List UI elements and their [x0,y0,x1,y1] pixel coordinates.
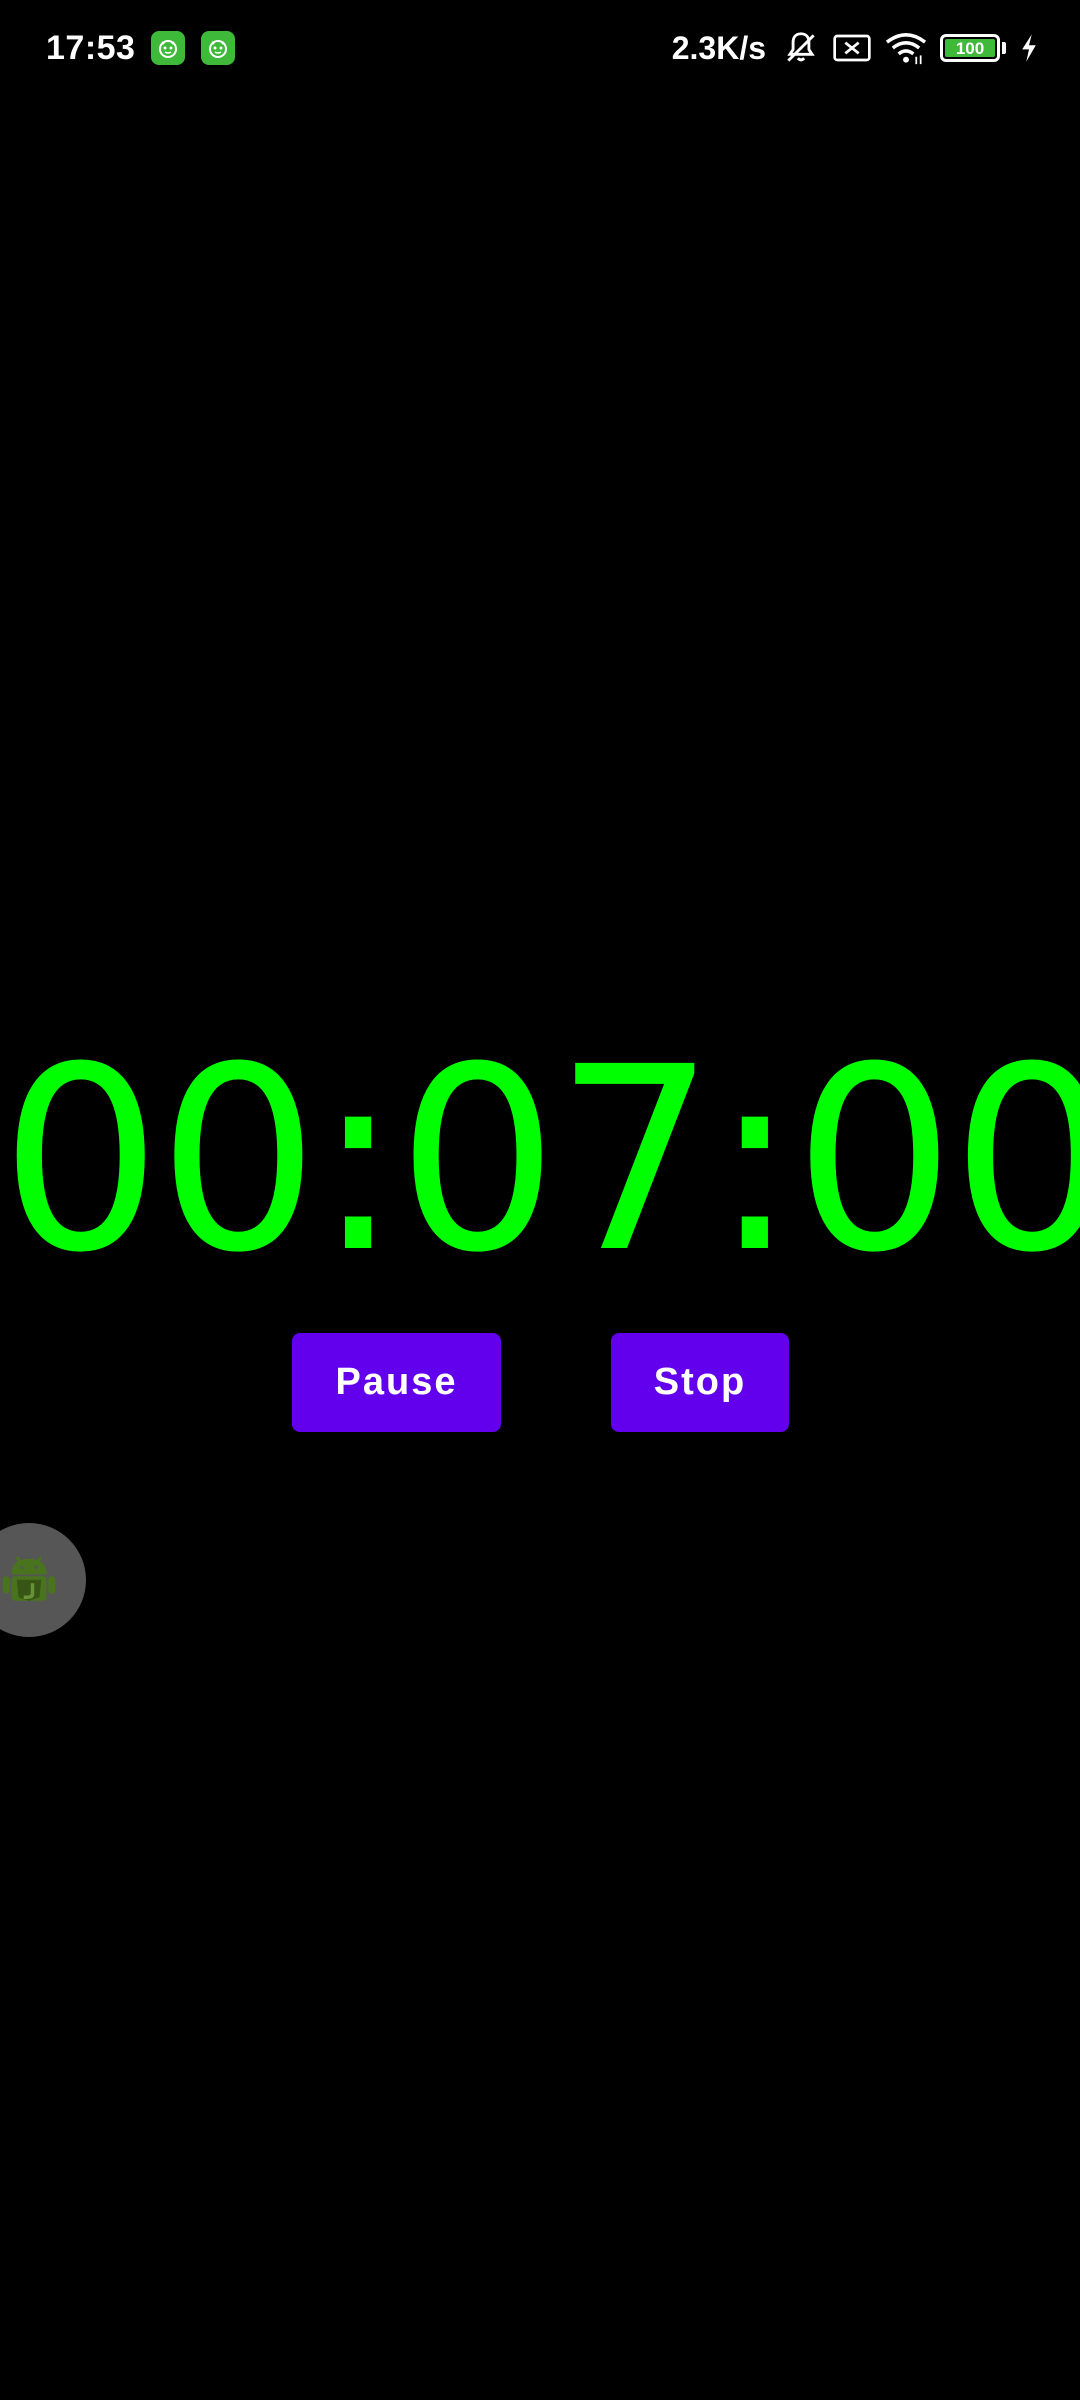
network-speed: 2.3K/s [671,29,766,66]
floating-assistive-button[interactable] [0,1523,86,1637]
battery-level: 100 [945,39,995,57]
wifi-icon [884,30,928,66]
android-js-icon [0,1543,64,1618]
battery-body: 100 [940,34,1000,62]
status-clock: 17:53 [46,28,136,67]
battery-cap [1002,42,1006,54]
timer-display: 00:07:00 [0,1012,1080,1308]
charging-bolt-icon [1018,33,1040,63]
app-notification-icon [151,31,186,65]
app-notification-icon [201,31,236,65]
status-left: 17:53 [46,28,236,68]
sim-disabled-icon [832,32,872,64]
status-right: 2.3K/s 100 [672,29,1040,67]
status-bar: 17:53 2.3K/s 100 [0,0,1080,96]
pause-button[interactable]: Pause [292,1333,501,1432]
timer-screen: 17:53 2.3K/s 100 00:07:00 Pause Stop [0,0,1080,2400]
battery-icon: 100 [940,34,1006,62]
stop-button[interactable]: Stop [611,1333,789,1432]
bell-muted-icon [782,29,820,67]
